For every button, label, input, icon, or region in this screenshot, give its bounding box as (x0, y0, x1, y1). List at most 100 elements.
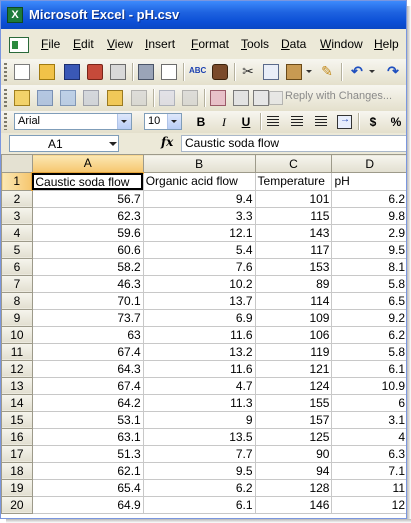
cell[interactable]: 13.2 (142, 342, 256, 361)
open-icon[interactable] (39, 64, 55, 80)
row-header[interactable]: 18 (1, 461, 33, 480)
cell[interactable]: 13.5 (142, 427, 256, 446)
paste-icon[interactable] (286, 64, 302, 80)
permission-icon[interactable] (87, 64, 103, 80)
print-icon[interactable] (138, 64, 154, 80)
select-all-corner[interactable] (1, 154, 33, 173)
row-header[interactable]: 20 (1, 495, 33, 514)
undo-dropdown-icon[interactable] (369, 70, 375, 73)
print-review-icon[interactable] (233, 90, 249, 106)
cell[interactable]: 114 (254, 291, 333, 310)
align-right-icon[interactable] (315, 116, 327, 127)
cell[interactable]: 13.7 (142, 291, 256, 310)
insert-comment-icon[interactable] (107, 90, 123, 106)
row-header[interactable]: 8 (1, 291, 33, 310)
cell[interactable]: 106 (254, 325, 333, 344)
menu-insert[interactable]: Insert (145, 37, 175, 51)
cell[interactable]: 89 (254, 274, 333, 293)
toolbar-grip[interactable] (4, 63, 7, 81)
cell[interactable]: 109 (254, 308, 333, 327)
cell[interactable]: 51.3 (31, 444, 144, 463)
font-name-select[interactable]: Arial (14, 113, 132, 130)
cell[interactable]: 59.6 (31, 223, 144, 242)
cell[interactable]: Temperature (254, 172, 333, 191)
align-left-icon[interactable] (267, 116, 279, 127)
cell[interactable]: 9.8 (331, 206, 406, 225)
row-header[interactable]: 2 (1, 189, 33, 208)
row-header[interactable]: 15 (1, 410, 33, 429)
cell[interactable]: 64.3 (31, 359, 144, 378)
track-changes-icon[interactable] (159, 90, 175, 106)
cell[interactable]: 128 (254, 478, 333, 497)
row-header[interactable]: 9 (1, 308, 33, 327)
previous-comment-icon[interactable] (37, 90, 53, 106)
cell[interactable]: 6.1 (142, 495, 256, 514)
cell[interactable]: 101 (254, 189, 333, 208)
cell[interactable]: 10.2 (142, 274, 256, 293)
next-comment-icon[interactable] (60, 90, 76, 106)
email-icon[interactable] (110, 64, 126, 80)
cell[interactable]: 143 (254, 223, 333, 242)
cell[interactable]: 6 (331, 393, 406, 412)
cell[interactable]: 115 (254, 206, 333, 225)
copy-icon[interactable] (263, 64, 279, 80)
cell[interactable]: 11.6 (142, 325, 256, 344)
cell[interactable]: 9 (142, 410, 256, 429)
cell[interactable]: 6.2 (331, 189, 406, 208)
cell[interactable]: 11.3 (142, 393, 256, 412)
cell[interactable]: 11.6 (142, 359, 256, 378)
paste-dropdown-icon[interactable] (306, 70, 312, 73)
cell[interactable]: Caustic soda flow (31, 172, 144, 191)
cell[interactable]: 70.1 (31, 291, 144, 310)
new-icon[interactable] (14, 64, 30, 80)
cell[interactable]: 56.7 (31, 189, 144, 208)
cell[interactable]: 65.4 (31, 478, 144, 497)
cell[interactable]: 6.2 (331, 325, 406, 344)
currency-button[interactable]: $ (365, 114, 381, 130)
row-header[interactable]: 7 (1, 274, 33, 293)
cell[interactable]: 6.5 (331, 291, 406, 310)
column-header-c[interactable]: C (254, 154, 333, 173)
align-center-icon[interactable] (291, 116, 303, 127)
cell[interactable]: 64.2 (31, 393, 144, 412)
row-header[interactable]: 19 (1, 478, 33, 497)
cell[interactable]: 63.1 (31, 427, 144, 446)
row-header[interactable]: 16 (1, 427, 33, 446)
row-header[interactable]: 3 (1, 206, 33, 225)
cell[interactable]: 7.6 (142, 257, 256, 276)
title-bar[interactable]: X Microsoft Excel - pH.csv (1, 1, 406, 29)
formula-input[interactable]: Caustic soda flow (181, 135, 406, 152)
cell[interactable]: 10.9 (331, 376, 406, 395)
cell[interactable]: 124 (254, 376, 333, 395)
cell[interactable]: 155 (254, 393, 333, 412)
cell[interactable]: Organic acid flow (142, 172, 256, 191)
merge-center-icon[interactable] (337, 114, 352, 129)
spelling-icon[interactable]: ABC (189, 64, 206, 80)
column-header-b[interactable]: B (142, 154, 256, 173)
cell[interactable]: 7.1 (331, 461, 406, 480)
cell[interactable]: 4 (331, 427, 406, 446)
cell[interactable]: 119 (254, 342, 333, 361)
cell[interactable]: 5.4 (142, 240, 256, 259)
underline-button[interactable]: U (238, 114, 254, 130)
menu-help[interactable]: Help (374, 37, 399, 51)
undo-icon[interactable]: ↶ (349, 64, 365, 80)
cell[interactable]: 62.3 (31, 206, 144, 225)
cell[interactable]: 9.2 (331, 308, 406, 327)
send-mail-icon[interactable] (210, 90, 226, 106)
cell[interactable]: 8.1 (331, 257, 406, 276)
menu-edit[interactable]: Edit (73, 37, 94, 51)
reply-with-changes-button[interactable]: Reply with Changes... (285, 90, 392, 102)
cell[interactable]: 62.1 (31, 461, 144, 480)
column-header-d[interactable]: D (331, 154, 406, 173)
cell[interactable]: 46.3 (31, 274, 144, 293)
cut-icon[interactable]: ✂ (240, 64, 256, 80)
cell[interactable]: 67.4 (31, 342, 144, 361)
cell[interactable]: 60.6 (31, 240, 144, 259)
column-header-a[interactable]: A (31, 154, 144, 174)
delete-comment-icon[interactable] (131, 90, 147, 106)
cell[interactable]: 117 (254, 240, 333, 259)
cell[interactable]: 146 (254, 495, 333, 514)
cell[interactable]: 6.2 (142, 478, 256, 497)
cell[interactable]: 125 (254, 427, 333, 446)
